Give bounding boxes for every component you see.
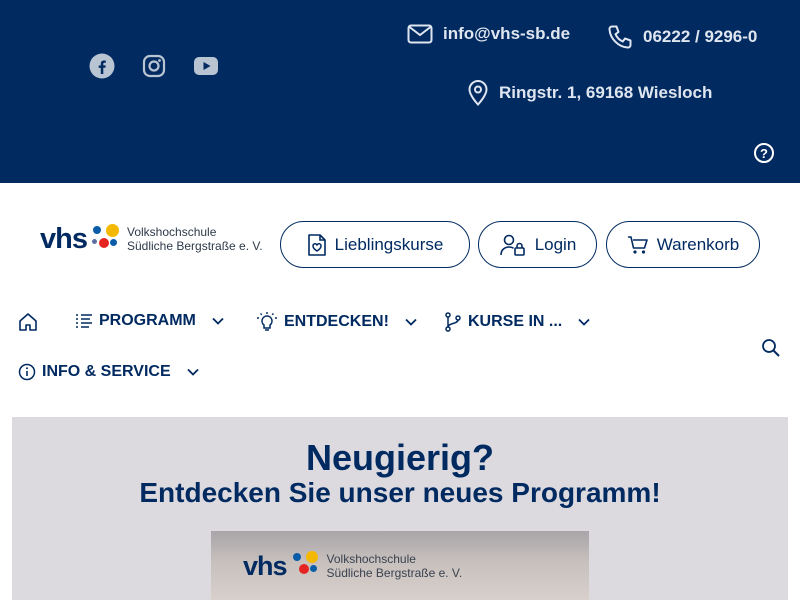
hero-image-logo: vhs Volkshochschule Südliche Bergstraße … [243,549,462,583]
chevron-down-icon [212,317,224,325]
top-bar: info@vhs-sb.de 06222 / 9296-0 Ringstr. 1… [0,0,800,183]
mail-icon [407,24,433,44]
logo-line1: Volkshochschule [126,225,217,239]
favorites-button[interactable]: Lieblingskurse [280,221,470,268]
hero-title: Neugierig? [305,437,494,478]
chevron-down-icon [405,318,417,326]
site-logo[interactable]: vhs Volkshochschule Südliche Bergstraße … [40,222,263,256]
logo-dots-icon [289,549,327,583]
nav-info-service[interactable]: INFO & SERVICE [18,363,199,381]
facebook-icon[interactable] [88,52,116,80]
hero-subtitle: Entdecken Sie unser neues Programm! [139,477,661,508]
nav-entdecken[interactable]: ENTDECKEN! [256,312,417,332]
list-icon [76,314,92,328]
favorite-document-icon [307,233,326,256]
info-icon [18,363,36,381]
logo-dots-icon [89,222,127,256]
help-glyph: ? [760,145,768,161]
location-pin-icon [468,80,488,106]
lightbulb-icon [257,312,277,331]
cart-label: Warenkorb [656,234,740,254]
youtube-icon[interactable] [192,52,220,80]
nav-kurse-label: KURSE IN ... [468,313,563,330]
nav-programm-label: PROGRAMM [99,312,196,329]
cart-button[interactable]: Warenkorb [606,221,760,268]
email-text: info@vhs-sb.de [443,24,571,43]
branch-icon [445,312,461,332]
hero-logo-wordmark: vhs [243,550,288,581]
address-text: Ringstr. 1, 69168 Wiesloch [499,83,713,102]
address-link[interactable]: Ringstr. 1, 69168 Wiesloch [467,80,712,106]
cart-icon [627,235,648,254]
hero-image[interactable]: vhs Volkshochschule Südliche Bergstraße … [211,531,589,600]
phone-text: 06222 / 9296-0 [643,27,758,46]
phone-link[interactable]: 06222 / 9296-0 [607,24,757,50]
chevron-down-icon [578,318,590,326]
hero-banner: Neugierig? Entdecken Sie unser neues Pro… [12,417,788,600]
hero-logo-text: Volkshochschule Südliche Bergstraße e. V… [327,552,463,580]
logo-line2: Südliche Bergstraße e. V. [126,239,263,253]
hero-logo-line1: Volkshochschule [326,552,416,566]
user-lock-icon [499,234,525,256]
nav-home[interactable] [18,312,38,332]
search-icon[interactable] [761,338,781,363]
instagram-icon[interactable] [140,52,168,80]
chevron-down-icon [186,368,199,376]
home-icon [19,313,37,331]
logo-text: Volkshochschule Südliche Bergstraße e. V… [127,225,263,253]
email-link[interactable]: info@vhs-sb.de [407,24,570,44]
help-icon[interactable]: ? [754,143,774,163]
hero-logo-line2: Südliche Bergstraße e. V. [326,566,463,580]
nav-programm[interactable]: PROGRAMM [75,312,224,330]
favorites-label: Lieblingskurse [334,234,444,254]
nav-entdecken-label: ENTDECKEN! [284,313,389,330]
nav-info-label: INFO & SERVICE [42,363,171,380]
social-links [88,52,220,80]
logo-wordmark: vhs [40,222,88,255]
nav-kurse[interactable]: KURSE IN ... [444,312,590,332]
login-button[interactable]: Login [478,221,597,268]
login-label: Login [534,234,577,254]
phone-icon [608,25,632,49]
